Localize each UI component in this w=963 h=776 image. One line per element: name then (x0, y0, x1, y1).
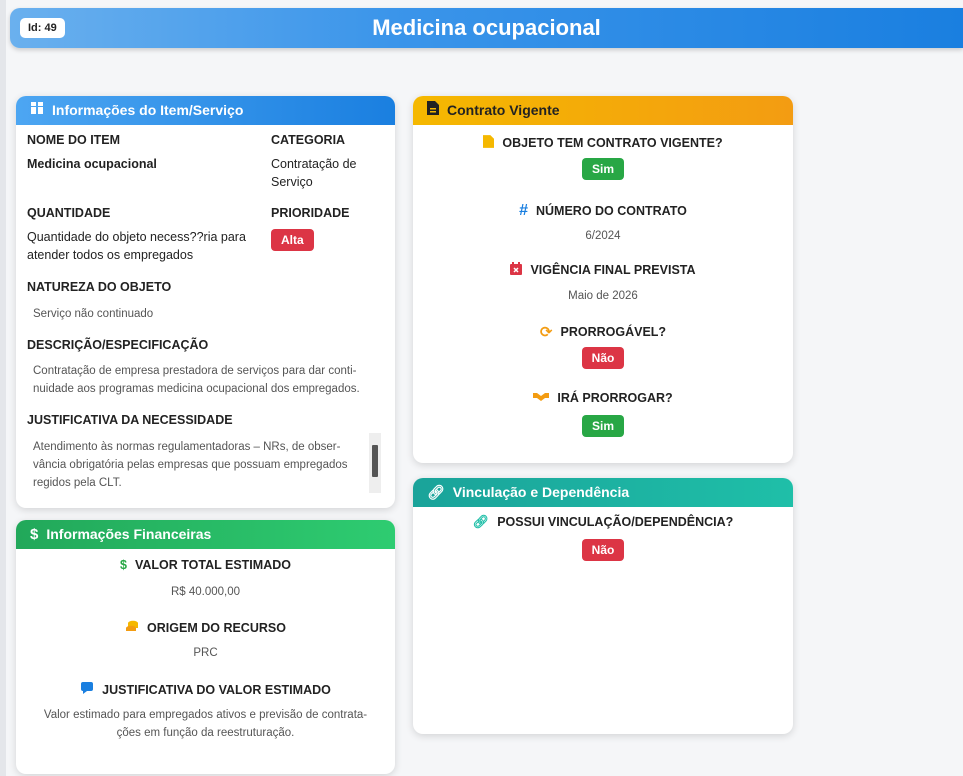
link-card: 🔗︎ Vinculação e Dependência 🔗︎ POSSUI VI… (413, 478, 793, 734)
item-info-header: Informações do Item/Serviço (16, 96, 395, 125)
contract-card: Contrato Vigente OBJETO TEM CONTRATO VIG… (413, 96, 793, 463)
link-header: 🔗︎ Vinculação e Dependência (413, 478, 793, 507)
origem-value: PRC (193, 647, 218, 659)
justificativa-scrollbar[interactable] (369, 433, 381, 493)
vigencia-value: Maio de 2026 (568, 290, 638, 302)
box-icon (30, 96, 44, 125)
prioridade-label: PRIORIDADE (271, 206, 350, 220)
page-title: Medicina ocupacional (372, 15, 601, 40)
refresh-icon: ⟳ (539, 324, 553, 341)
prioridade-badge: Alta (271, 229, 314, 251)
categoria-label: CATEGORIA (271, 133, 346, 147)
valor-value: R$ 40.000,00 (170, 586, 241, 598)
ira-badge: Sim (581, 415, 624, 437)
ira-label: IRÁ PRORROGAR? (557, 390, 673, 405)
objeto-badge: Sim (581, 158, 624, 180)
nome-value: Medicina ocupacional (27, 157, 157, 171)
finance-title: Informações Financeiras (46, 526, 212, 542)
hash-icon: # (519, 202, 528, 219)
link-title: Vinculação e Dependência (452, 484, 630, 500)
descricao-label: DESCRIÇÃO/ESPECIFICAÇÃO (27, 338, 209, 352)
scrollbar-thumb[interactable] (372, 445, 378, 477)
comment-icon (80, 681, 94, 698)
numero-value: 6/2024 (585, 230, 621, 242)
document-icon (427, 96, 439, 125)
valor-label: VALOR TOTAL ESTIMADO (134, 558, 291, 572)
nome-label: NOME DO ITEM (27, 133, 121, 147)
quantidade-value: Quantidade do objeto necess??ria para at… (27, 230, 246, 262)
calendar-icon (510, 262, 523, 278)
item-info-card: Informações do Item/Serviço NOME DO ITEM… (16, 96, 395, 508)
prorrogavel-label: PRORROGÁVEL? (560, 325, 667, 339)
possui-label: POSSUI VINCULAÇÃO/DEPENDÊNCIA? (497, 515, 734, 529)
top-header-bar: Id: 49 Medicina ocupacional (10, 8, 963, 48)
finance-info-card: $ Informações Financeiras $ VALOR TOTAL … (16, 520, 395, 774)
categoria-value: Contratação de Serviço (271, 157, 357, 189)
dollar-icon: $ (120, 558, 127, 572)
contract-header: Contrato Vigente (413, 96, 793, 125)
finance-header: $ Informações Financeiras (16, 520, 395, 549)
coins-icon (125, 619, 139, 636)
link-icon: 🔗︎ (472, 514, 490, 529)
numero-label: NÚMERO DO CONTRATO (535, 204, 687, 218)
objeto-label: OBJETO TEM CONTRATO VIGENTE? (502, 136, 723, 150)
dollar-icon: $ (30, 526, 39, 543)
origem-label: ORIGEM DO RECURSO (147, 620, 286, 635)
vigencia-label: VIGÊNCIA FINAL PREVISTA (530, 263, 696, 277)
item-info-title: Informações do Item/Serviço (52, 102, 244, 118)
natureza-label: NATUREZA DO OBJETO (27, 280, 172, 294)
just-valor-value: Valor estimado para empregados ativos e … (43, 709, 368, 739)
left-edge-strip (0, 0, 6, 776)
quantidade-label: QUANTIDADE (27, 206, 111, 220)
prorrogavel-badge: Não (581, 347, 625, 369)
possui-badge: Não (581, 539, 625, 561)
link-icon: 🔗︎ (427, 484, 445, 500)
natureza-value: Serviço não continuado (33, 308, 154, 320)
just-valor-label: JUSTIFICATIVA DO VALOR ESTIMADO (102, 682, 331, 697)
descricao-value: Contratação de empresa prestadora de ser… (33, 365, 360, 395)
contract-title: Contrato Vigente (447, 102, 560, 118)
justificativa-value: Atendimento às normas regulamentadoras –… (33, 441, 348, 489)
justificativa-label: JUSTIFICATIVA DA NECESSIDADE (27, 413, 233, 427)
handshake-icon (533, 390, 550, 405)
document-icon (483, 135, 495, 151)
